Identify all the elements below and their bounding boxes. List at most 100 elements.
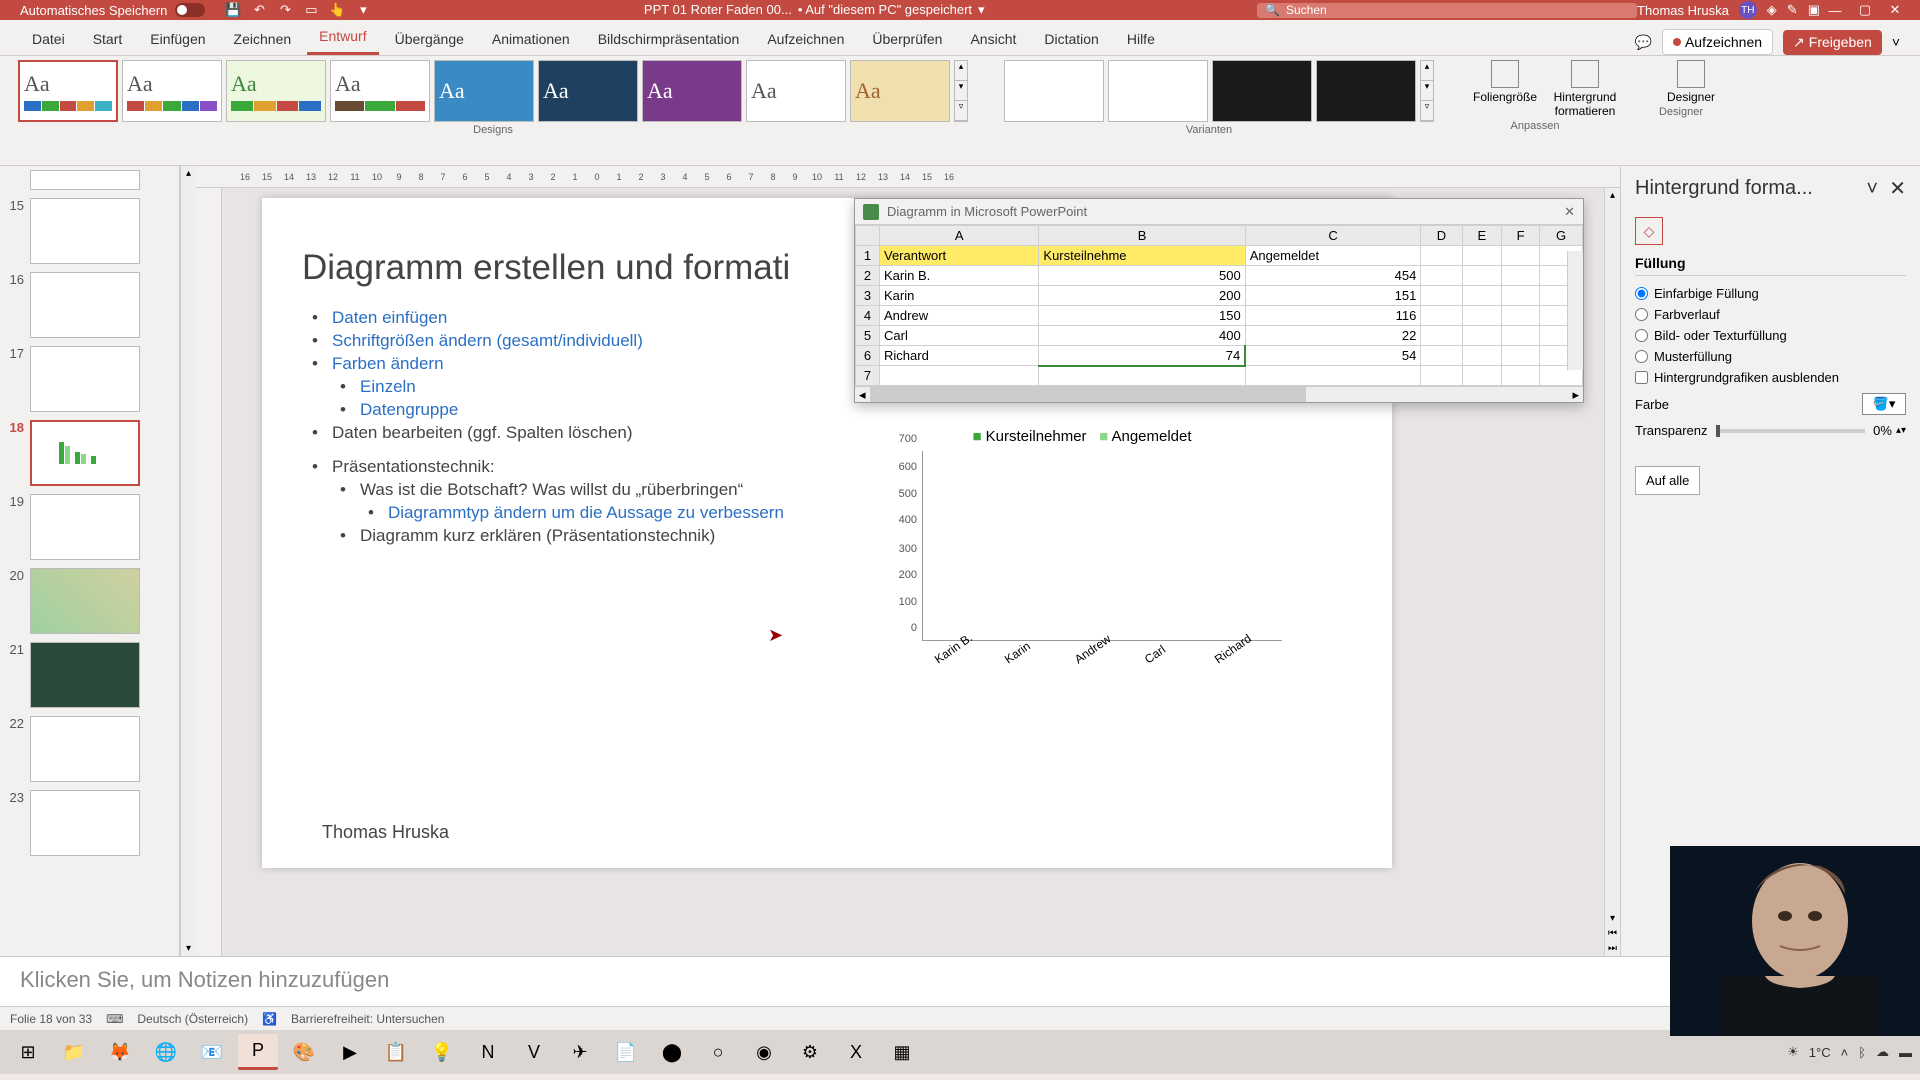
col-header[interactable]: A — [880, 226, 1039, 246]
vspin-up-icon[interactable]: ▴ — [1421, 61, 1433, 81]
bluetooth-icon[interactable]: ᛒ — [1858, 1045, 1866, 1060]
undo-icon[interactable]: ↶ — [251, 2, 267, 18]
row-header[interactable]: 6 — [856, 346, 880, 366]
tab-uebergaenge[interactable]: Übergänge — [383, 23, 476, 55]
fill-solid-option[interactable]: Einfarbige Füllung — [1635, 286, 1906, 301]
transparency-slider[interactable] — [1716, 429, 1866, 433]
tab-ueberpruefen[interactable]: Überprüfen — [860, 23, 954, 55]
comments-icon[interactable]: 💬 — [1635, 34, 1652, 51]
cell[interactable]: Andrew — [880, 306, 1039, 326]
pane-section-label[interactable]: Füllung — [1635, 255, 1906, 276]
sheet-vscroll[interactable] — [1567, 251, 1583, 370]
radio-icon[interactable] — [1635, 308, 1648, 321]
weather-icon[interactable]: ☀ — [1787, 1044, 1799, 1060]
cell[interactable]: 54 — [1245, 346, 1421, 366]
variant-2[interactable] — [1108, 60, 1208, 122]
cell[interactable]: 151 — [1245, 286, 1421, 306]
accessibility-label[interactable]: Barrierefreiheit: Untersuchen — [291, 1012, 444, 1026]
radio-icon[interactable] — [1635, 329, 1648, 342]
cell[interactable]: 500 — [1039, 266, 1245, 286]
data-grid[interactable]: A B C D E F G 1 Verantwort — [855, 225, 1583, 386]
tab-start[interactable]: Start — [81, 23, 135, 55]
thumb-22[interactable]: 22 — [4, 716, 175, 782]
design-theme-6[interactable]: Aa — [538, 60, 638, 122]
spin-up-icon[interactable]: ▴ — [955, 61, 967, 81]
cell[interactable]: 200 — [1039, 286, 1245, 306]
tab-aufzeichnen[interactable]: Aufzeichnen — [755, 23, 856, 55]
hintergrund-button[interactable]: Hintergrund formatieren — [1550, 60, 1620, 118]
foliengroesse-button[interactable]: Foliengröße — [1470, 60, 1540, 118]
tab-datei[interactable]: Datei — [20, 23, 77, 55]
tab-entwurf[interactable]: Entwurf — [307, 20, 378, 55]
col-header[interactable]: F — [1502, 226, 1540, 246]
cell[interactable]: 150 — [1039, 306, 1245, 326]
slideshow-icon[interactable]: ▭ — [303, 2, 319, 18]
start-button[interactable]: ⊞ — [8, 1034, 48, 1070]
slide-counter[interactable]: Folie 18 von 33 — [10, 1012, 92, 1026]
thumbs-scrollbar[interactable]: ▴▾ — [180, 166, 196, 956]
col-header[interactable]: E — [1462, 226, 1502, 246]
transparency-value[interactable]: 0% — [1873, 423, 1892, 438]
design-theme-8[interactable]: Aa — [746, 60, 846, 122]
tab-einfuegen[interactable]: Einfügen — [138, 23, 217, 55]
telegram-icon[interactable]: ✈ — [560, 1034, 600, 1070]
canvas-vscroll[interactable]: ▴▾⏮⏭ — [1604, 188, 1620, 956]
col-header[interactable]: G — [1540, 226, 1583, 246]
thumb-16[interactable]: 16 — [4, 272, 175, 338]
user-avatar[interactable]: TH — [1739, 1, 1757, 19]
touch-icon[interactable]: 👆 — [329, 2, 345, 18]
share-button[interactable]: ↗Freigeben — [1783, 30, 1882, 55]
corner-cell[interactable] — [856, 226, 880, 246]
design-theme-4[interactable]: Aa — [330, 60, 430, 122]
thumb-23[interactable]: 23 — [4, 790, 175, 856]
spin-more-icon[interactable]: ▿ — [955, 101, 967, 121]
thumb-21[interactable]: 21 — [4, 642, 175, 708]
thumb-19[interactable]: 19 — [4, 494, 175, 560]
cell[interactable]: Richard — [880, 346, 1039, 366]
pane-close-icon[interactable]: ✕ — [1889, 178, 1906, 200]
thumb-17[interactable]: 17 — [4, 346, 175, 412]
sheet-titlebar[interactable]: Diagramm in Microsoft PowerPoint ✕ — [855, 199, 1583, 225]
cell[interactable]: 400 — [1039, 326, 1245, 346]
tab-dictation[interactable]: Dictation — [1032, 23, 1110, 55]
col-header[interactable]: C — [1245, 226, 1421, 246]
cloud-icon[interactable]: ☁ — [1876, 1044, 1889, 1060]
hide-bg-graphics-option[interactable]: Hintergrundgrafiken ausblenden — [1635, 370, 1906, 385]
tab-hilfe[interactable]: Hilfe — [1115, 23, 1167, 55]
designs-spinner[interactable]: ▴▾▿ — [954, 60, 968, 122]
variant-1[interactable] — [1004, 60, 1104, 122]
row-header[interactable]: 2 — [856, 266, 880, 286]
cell[interactable] — [1421, 246, 1462, 266]
scroll-up-icon[interactable]: ▴ — [1610, 188, 1615, 203]
row-header[interactable]: 1 — [856, 246, 880, 266]
thumb-15[interactable]: 15 — [4, 198, 175, 264]
redo-icon[interactable]: ↷ — [277, 2, 293, 18]
explorer-icon[interactable]: 📁 — [54, 1034, 94, 1070]
design-theme-9[interactable]: Aa — [850, 60, 950, 122]
row-header[interactable]: 7 — [856, 366, 880, 386]
chart-data-sheet[interactable]: Diagramm in Microsoft PowerPoint ✕ A B C… — [854, 198, 1584, 403]
variant-4[interactable] — [1316, 60, 1416, 122]
app-icon-6[interactable]: ○ — [698, 1034, 738, 1070]
scroll-down-icon[interactable]: ▾ — [186, 941, 191, 956]
radio-icon[interactable] — [1635, 287, 1648, 300]
row-header[interactable]: 3 — [856, 286, 880, 306]
thumb-partial[interactable] — [4, 170, 175, 190]
search-box[interactable]: 🔍 Suchen — [1257, 3, 1637, 18]
vspin-more-icon[interactable]: ▿ — [1421, 101, 1433, 121]
design-theme-5[interactable]: Aa — [434, 60, 534, 122]
design-theme-7[interactable]: Aa — [642, 60, 742, 122]
cell[interactable]: Karin — [880, 286, 1039, 306]
chrome-icon[interactable]: 🌐 — [146, 1034, 186, 1070]
notes-pane[interactable]: Klicken Sie, um Notizen hinzuzufügen — [0, 956, 1920, 1006]
system-tray[interactable]: ☀ 1°C ˄ ᛒ ☁ ▬ — [1787, 1044, 1912, 1060]
cell[interactable] — [1462, 246, 1502, 266]
close-button[interactable]: ✕ — [1880, 2, 1910, 18]
app-icon-4[interactable]: V — [514, 1034, 554, 1070]
col-header[interactable]: D — [1421, 226, 1462, 246]
ribbon-collapse-icon[interactable]: ˅ — [1892, 34, 1900, 50]
autosave-toggle[interactable]: Automatisches Speichern — [10, 3, 215, 18]
app-icon[interactable]: 🎨 — [284, 1034, 324, 1070]
cell[interactable]: 116 — [1245, 306, 1421, 326]
designer-button[interactable]: Designer — [1656, 60, 1726, 104]
